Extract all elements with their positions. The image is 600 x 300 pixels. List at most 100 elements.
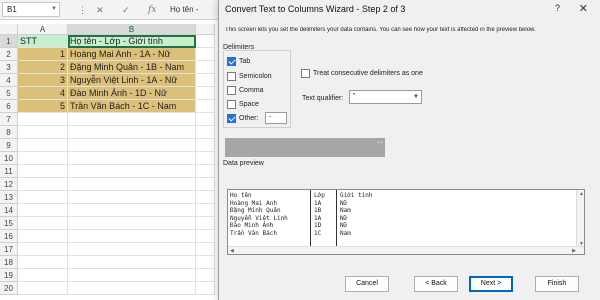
cell-c17[interactable] (196, 243, 215, 256)
cell-b8[interactable] (68, 126, 196, 139)
scroll-right-icon[interactable]: ▶ (572, 248, 576, 254)
other-checkbox[interactable] (227, 114, 236, 123)
data-preview-box[interactable]: Họ tên Hoàng Mai Anh Đặng Minh Quân Nguy… (227, 189, 585, 255)
cell-a8[interactable] (18, 126, 68, 139)
cell-a15[interactable] (18, 217, 68, 230)
chevron-down-icon[interactable]: ▼ (51, 3, 57, 16)
cell-b10[interactable] (68, 152, 196, 165)
cell-c18[interactable] (196, 256, 215, 269)
cell-a2[interactable]: 1 (18, 48, 68, 61)
row-header[interactable]: 14 (0, 204, 18, 217)
row-header[interactable]: 2 (0, 48, 18, 61)
cell-a10[interactable] (18, 152, 68, 165)
cell-a14[interactable] (18, 204, 68, 217)
cell-c19[interactable] (196, 269, 215, 282)
cell-c16[interactable] (196, 230, 215, 243)
next-button[interactable]: Next > (469, 276, 513, 292)
back-button[interactable]: < Back (414, 276, 458, 292)
scroll-up-icon[interactable]: ▲ (579, 191, 584, 197)
cell-c3[interactable] (196, 61, 215, 74)
cell-c7[interactable] (196, 113, 215, 126)
row-header[interactable]: 3 (0, 61, 18, 74)
cell-b1[interactable]: Họ tên - Lớp - Giới tính (68, 35, 196, 48)
row-header[interactable]: 6 (0, 100, 18, 113)
close-button[interactable]: ✕ (579, 2, 588, 15)
cell-b18[interactable] (68, 256, 196, 269)
preview-vertical-scrollbar[interactable]: ▲ ▼ (576, 190, 584, 248)
cell-b14[interactable] (68, 204, 196, 217)
row-header[interactable]: 4 (0, 74, 18, 87)
cell-c8[interactable] (196, 126, 215, 139)
help-button[interactable]: ? (555, 3, 560, 13)
row-header[interactable]: 1 (0, 35, 18, 48)
scroll-left-icon[interactable]: ◀ (230, 248, 234, 254)
semicolon-checkbox[interactable] (227, 72, 236, 81)
cell-a11[interactable] (18, 165, 68, 178)
cell-c12[interactable] (196, 178, 215, 191)
consecutive-delimiters-checkbox[interactable] (301, 69, 310, 78)
cell-a16[interactable] (18, 230, 68, 243)
cell-b20[interactable] (68, 282, 196, 295)
cell-b3[interactable]: Đặng Minh Quân - 1B - Nam (68, 61, 196, 74)
row-header[interactable]: 9 (0, 139, 18, 152)
cell-c5[interactable] (196, 87, 215, 100)
cell-a5[interactable]: 4 (18, 87, 68, 100)
cell-a6[interactable]: 5 (18, 100, 68, 113)
cell-c15[interactable] (196, 217, 215, 230)
row-header[interactable]: 20 (0, 282, 18, 295)
cell-a13[interactable] (18, 191, 68, 204)
cancel-icon[interactable]: ✕ (96, 4, 104, 16)
cell-b9[interactable] (68, 139, 196, 152)
cell-a18[interactable] (18, 256, 68, 269)
select-all-corner[interactable] (0, 24, 18, 35)
cell-a3[interactable]: 2 (18, 61, 68, 74)
row-header[interactable]: 13 (0, 191, 18, 204)
column-header-a[interactable]: A (18, 24, 68, 35)
cell-b15[interactable] (68, 217, 196, 230)
cancel-button[interactable]: Cancel (345, 276, 389, 292)
row-header[interactable]: 17 (0, 243, 18, 256)
cell-c11[interactable] (196, 165, 215, 178)
row-header[interactable]: 7 (0, 113, 18, 126)
cell-b17[interactable] (68, 243, 196, 256)
cell-a19[interactable] (18, 269, 68, 282)
comma-checkbox[interactable] (227, 86, 236, 95)
cell-b6[interactable]: Trần Văn Bách - 1C - Nam (68, 100, 196, 113)
cell-c10[interactable] (196, 152, 215, 165)
cell-c14[interactable] (196, 204, 215, 217)
column-header-b[interactable]: B (68, 24, 196, 35)
function-icon[interactable]: fx (148, 4, 156, 16)
cell-b11[interactable] (68, 165, 196, 178)
cell-a20[interactable] (18, 282, 68, 295)
cell-b5[interactable]: Đào Minh Ánh - 1D - Nữ (68, 87, 196, 100)
cell-b12[interactable] (68, 178, 196, 191)
row-header[interactable]: 5 (0, 87, 18, 100)
tab-checkbox[interactable] (227, 57, 236, 66)
cell-b2[interactable]: Hoàng Mai Anh - 1A - Nữ (68, 48, 196, 61)
formula-input[interactable]: Họ tên - (170, 2, 220, 17)
cell-c13[interactable] (196, 191, 215, 204)
row-header[interactable]: 11 (0, 165, 18, 178)
row-header[interactable]: 8 (0, 126, 18, 139)
cell-c20[interactable] (196, 282, 215, 295)
cell-a9[interactable] (18, 139, 68, 152)
row-header[interactable]: 12 (0, 178, 18, 191)
preview-horizontal-scrollbar[interactable]: ◀ ▶ (228, 246, 584, 254)
cell-c6[interactable] (196, 100, 215, 113)
name-box[interactable]: B1 ▼ (2, 2, 60, 17)
cell-a12[interactable] (18, 178, 68, 191)
cell-c1[interactable] (196, 35, 215, 48)
cell-a1[interactable]: STT (18, 35, 68, 48)
row-header[interactable]: 10 (0, 152, 18, 165)
column-header-c[interactable] (196, 24, 215, 35)
cell-b4[interactable]: Nguyễn Việt Linh - 1A - Nữ (68, 74, 196, 87)
cell-a17[interactable] (18, 243, 68, 256)
space-checkbox[interactable] (227, 100, 236, 109)
cell-b13[interactable] (68, 191, 196, 204)
finish-button[interactable]: Finish (535, 276, 579, 292)
cell-b16[interactable] (68, 230, 196, 243)
row-header[interactable]: 15 (0, 217, 18, 230)
enter-icon[interactable]: ✓ (122, 4, 130, 16)
text-qualifier-select[interactable]: " ▼ (349, 90, 422, 104)
cell-a7[interactable] (18, 113, 68, 126)
